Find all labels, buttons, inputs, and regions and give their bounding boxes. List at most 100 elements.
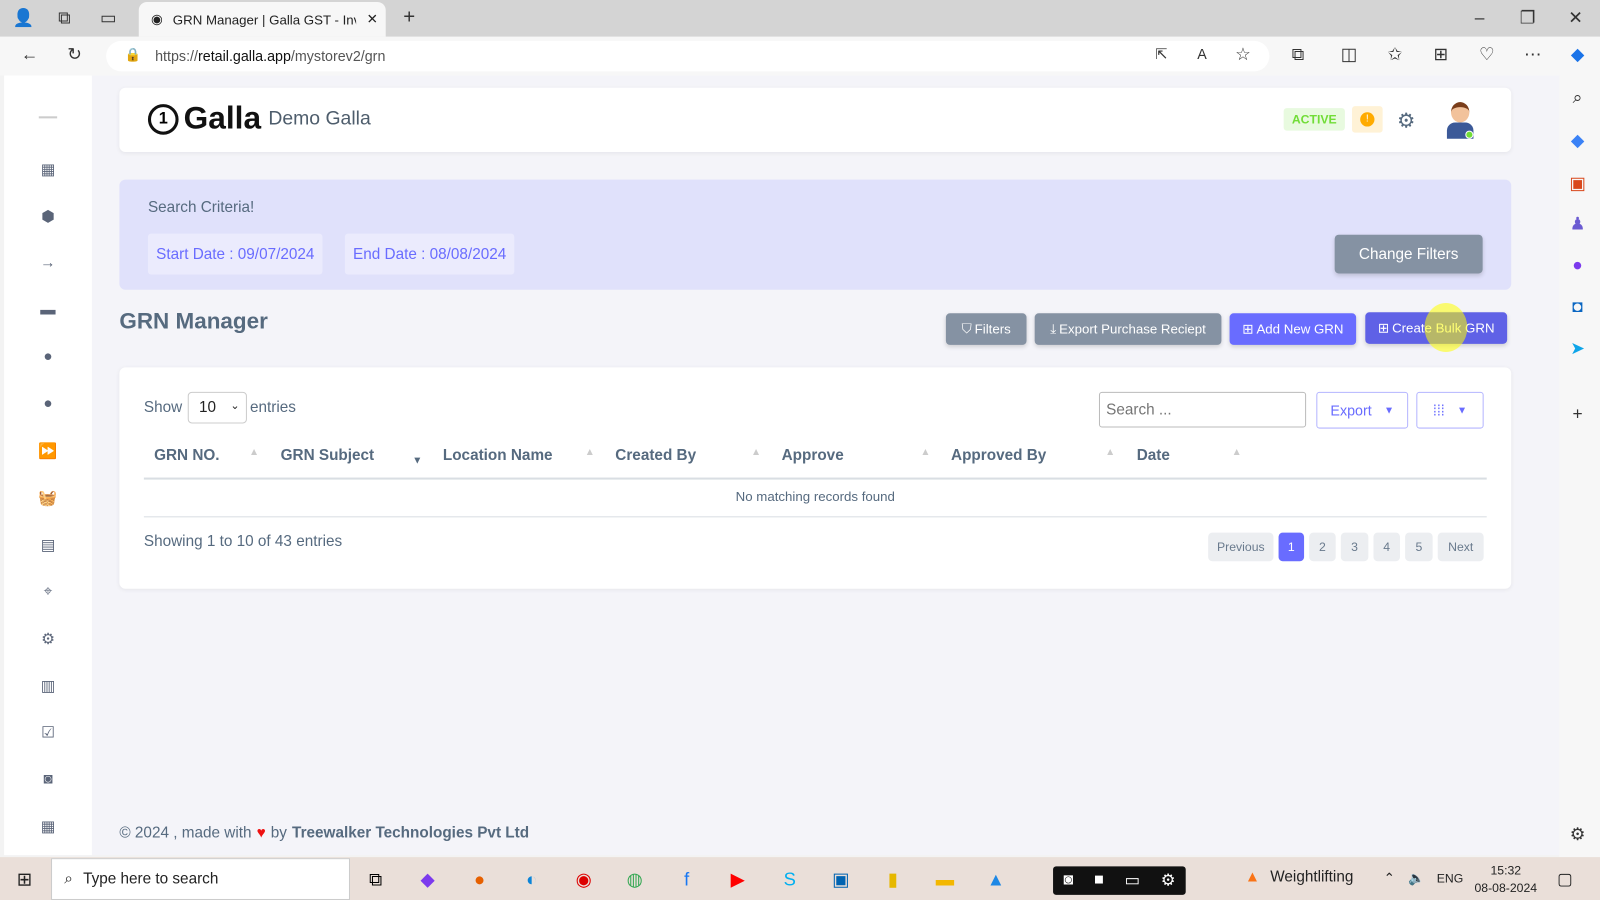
favorite-icon[interactable]: ☆	[1233, 45, 1253, 65]
tab-actions-icon[interactable]: ▭	[97, 8, 119, 28]
close-tab-icon[interactable]: ✕	[367, 11, 378, 27]
clock[interactable]: 15:32 08-08-2024	[1474, 862, 1537, 897]
search-sidebar-icon[interactable]: ⌕	[1567, 88, 1587, 108]
camera-icon[interactable]: ◙	[1063, 871, 1073, 889]
column-visibility-dropdown[interactable]: ⁞⁞⁞ ▼	[1416, 391, 1484, 429]
gear-icon[interactable]: ⚙	[1395, 108, 1417, 134]
notification-button[interactable]: !	[1352, 106, 1383, 133]
sort-icon[interactable]: ▲	[920, 447, 930, 458]
photos-icon[interactable]: ▲	[982, 865, 1011, 894]
column-header-location[interactable]: Location Name	[443, 447, 553, 464]
change-filters-button[interactable]: Change Filters	[1334, 234, 1483, 274]
basket-icon[interactable]: 🧺	[37, 489, 59, 507]
pagination-page-4[interactable]: 4	[1373, 532, 1400, 562]
close-window-icon[interactable]: ✕	[1565, 8, 1585, 28]
split-screen-icon[interactable]: ◫	[1339, 45, 1359, 65]
column-header-approve[interactable]: Approve	[782, 447, 844, 464]
language-indicator[interactable]: ENG	[1437, 871, 1464, 885]
pagination-page-1[interactable]: 1	[1278, 532, 1305, 562]
shopping-icon[interactable]: ◆	[1567, 131, 1587, 151]
calendar-icon[interactable]: ▦	[37, 817, 59, 835]
sort-icon[interactable]: ▲	[1105, 447, 1115, 458]
read-aloud-icon[interactable]: A	[1192, 46, 1212, 62]
discount-icon[interactable]: ▬	[37, 301, 59, 319]
browser-essentials-icon[interactable]: ♡	[1477, 45, 1497, 65]
user-icon[interactable]: ●	[37, 395, 59, 413]
column-header-approved-by[interactable]: Approved By	[951, 447, 1046, 464]
tray-chevron-icon[interactable]: ⌃	[1384, 870, 1395, 886]
chrome-icon[interactable]: ◍	[620, 865, 649, 894]
office-icon[interactable]: ●	[1567, 255, 1587, 275]
back-icon[interactable]: ←	[18, 45, 40, 65]
refresh-icon[interactable]: ↻	[63, 45, 85, 65]
contacts-icon[interactable]: ▤	[37, 536, 59, 554]
notifications-icon[interactable]: ▢	[1557, 869, 1572, 889]
search-input[interactable]	[1098, 391, 1307, 428]
checklist-icon[interactable]: ☑	[37, 723, 59, 741]
skype-icon[interactable]: S	[776, 865, 805, 894]
profile-icon[interactable]: 👤	[12, 8, 35, 28]
file-explorer-icon[interactable]: ▬	[931, 865, 960, 894]
forward-icon[interactable]: ⏩	[37, 442, 59, 460]
task-view-icon[interactable]: ⧉	[361, 865, 390, 894]
app-icon[interactable]: ▮	[879, 865, 908, 894]
export-dropdown[interactable]: Export ▼	[1316, 391, 1409, 429]
report-icon[interactable]: ▥	[37, 677, 59, 695]
edge-icon[interactable]: ◐	[517, 865, 546, 894]
games-icon[interactable]: ♟	[1567, 214, 1587, 234]
company-link[interactable]: Treewalker Technologies Pvt Ltd	[292, 824, 529, 841]
collections-toolbar-icon[interactable]: ⊞	[1431, 45, 1451, 65]
sort-desc-icon[interactable]: ▼	[412, 455, 422, 466]
taskbar-search[interactable]: ⌕ Type here to search	[51, 858, 350, 900]
sort-icon[interactable]: ▲	[751, 447, 761, 458]
sort-icon[interactable]: ▲	[1232, 447, 1242, 458]
store-icon[interactable]: ▣	[827, 865, 856, 894]
pagination-previous[interactable]: Previous	[1208, 532, 1274, 562]
outlook-icon[interactable]: ◘	[1567, 297, 1587, 317]
volume-icon[interactable]: 🔈	[1408, 870, 1425, 886]
settings-icon[interactable]: ⚙	[1161, 870, 1176, 890]
column-header-grn-subject[interactable]: GRN Subject	[281, 447, 375, 464]
entries-select[interactable]: 10 ⌄	[187, 391, 247, 424]
firefox-icon[interactable]: ●	[465, 865, 494, 894]
capture-toolbar[interactable]: ◙ ■ ▭ ⚙	[1053, 866, 1186, 895]
browser-tab[interactable]: ◉ GRN Manager | Galla GST - Inven ✕	[138, 2, 386, 37]
menu-toggle-icon[interactable]	[38, 116, 58, 119]
arrow-right-icon[interactable]: →	[37, 254, 59, 272]
window-icon[interactable]: ▭	[1125, 870, 1140, 890]
dashboard-icon[interactable]: ▦	[37, 160, 59, 178]
pagination-page-3[interactable]: 3	[1340, 532, 1369, 562]
weather-widget[interactable]: ▲ Weightlifting	[1245, 868, 1353, 885]
products-icon[interactable]: ⬢	[37, 207, 59, 225]
favorites-icon[interactable]: ✩	[1385, 45, 1405, 65]
video-icon[interactable]: ■	[1094, 871, 1104, 889]
settings-icon[interactable]: ⚙	[37, 630, 59, 648]
open-in-app-icon[interactable]: ⇱	[1151, 46, 1171, 63]
customer-icon[interactable]: ●	[37, 348, 59, 366]
export-receipt-button[interactable]: ⤓ Export Purchase Reciept	[1034, 313, 1222, 345]
sidebar-settings-icon[interactable]: ⚙	[1567, 824, 1587, 844]
column-header-grn-no[interactable]: GRN NO.	[154, 447, 219, 464]
tools-icon[interactable]: ▣	[1567, 173, 1587, 193]
collections-icon[interactable]: ⧉	[53, 8, 75, 28]
copilot-icon[interactable]: ◆	[1566, 45, 1588, 65]
pagination-page-2[interactable]: 2	[1309, 532, 1336, 562]
add-sidebar-icon[interactable]: +	[1567, 404, 1587, 424]
pagination-page-5[interactable]: 5	[1405, 532, 1433, 562]
windows-start-icon[interactable]: ⊞	[10, 865, 39, 894]
sort-icon[interactable]: ▲	[249, 447, 259, 458]
sort-icon[interactable]: ▲	[585, 447, 595, 458]
camera-icon[interactable]: ◙	[37, 770, 59, 788]
recorder-icon[interactable]: ◉	[569, 865, 598, 894]
extensions-icon[interactable]: ⧉	[1288, 45, 1308, 65]
new-tab-icon[interactable]: +	[398, 6, 420, 29]
more-icon[interactable]: ⋯	[1522, 45, 1542, 65]
send-icon[interactable]: ➤	[1567, 339, 1587, 359]
column-header-created-by[interactable]: Created By	[615, 447, 696, 464]
facebook-icon[interactable]: f	[672, 865, 701, 894]
filters-button[interactable]: ⛉ Filters	[945, 313, 1027, 345]
column-header-date[interactable]: Date	[1137, 447, 1170, 464]
minimize-icon[interactable]: –	[1469, 8, 1489, 28]
location-icon[interactable]: ⌖	[37, 583, 59, 601]
youtube-icon[interactable]: ▶	[723, 865, 752, 894]
